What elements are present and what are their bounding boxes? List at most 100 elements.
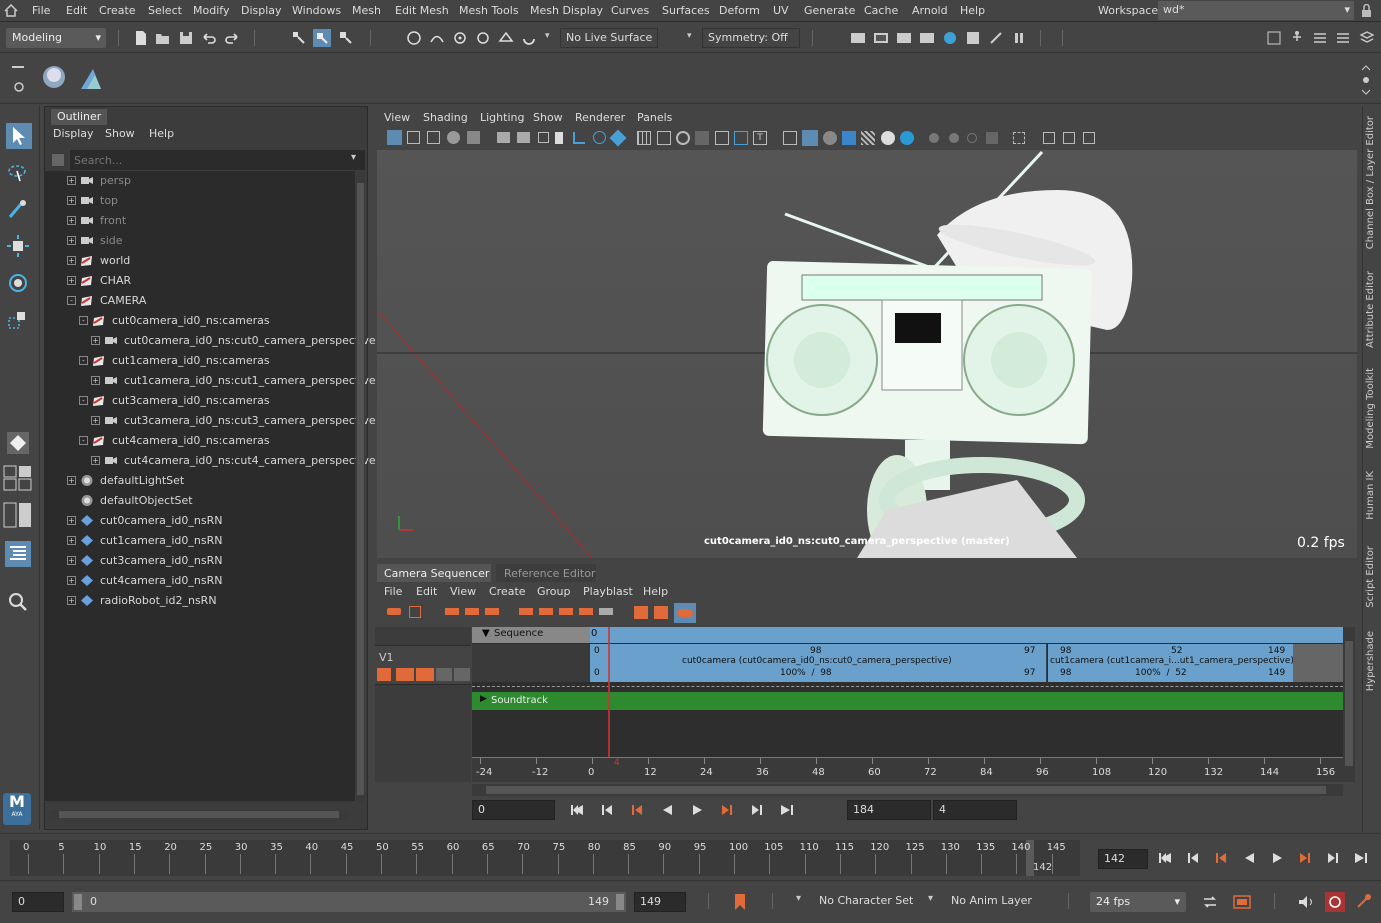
step-back-key-icon[interactable] bbox=[1186, 851, 1200, 865]
play-forwards-icon[interactable] bbox=[690, 803, 704, 817]
outliner-row[interactable]: + cut3camera_id0_ns:cut3_camera_perspecti… bbox=[45, 411, 376, 431]
horizontal-scrollbar[interactable] bbox=[472, 784, 1343, 796]
paint-select-tool-icon[interactable] bbox=[5, 197, 31, 223]
outliner-row[interactable]: + side bbox=[45, 231, 355, 251]
outliner-menu-show[interactable]: Show bbox=[105, 127, 135, 140]
snap-view-icon[interactable] bbox=[474, 29, 492, 47]
expand-icon[interactable]: + bbox=[67, 276, 76, 285]
menu-uv[interactable]: UV bbox=[773, 4, 789, 17]
anti-aliasing-icon[interactable] bbox=[929, 133, 939, 143]
vertical-scrollbar[interactable] bbox=[356, 173, 365, 803]
hypershade-icon[interactable] bbox=[941, 29, 959, 47]
single-view-layout-icon[interactable] bbox=[5, 430, 31, 456]
select-component-icon[interactable] bbox=[337, 29, 355, 47]
symmetry-field[interactable]: Symmetry: Off bbox=[702, 28, 800, 48]
menu-cache[interactable]: Cache bbox=[864, 4, 898, 17]
filter-icon[interactable] bbox=[51, 153, 65, 167]
play-backwards-icon[interactable] bbox=[660, 803, 674, 817]
shot-mute-icon[interactable] bbox=[599, 608, 613, 615]
go-to-end-icon[interactable] bbox=[1354, 851, 1368, 865]
chevron-down-icon[interactable]: ▾ bbox=[796, 893, 801, 904]
frame-all-icon[interactable] bbox=[1083, 132, 1095, 144]
outliner-row[interactable]: - cut4camera_id0_ns:cameras bbox=[45, 431, 355, 451]
right-tab[interactable]: Modeling Toolkit bbox=[1365, 368, 1376, 449]
vertical-scrollbar[interactable] bbox=[1343, 627, 1355, 782]
menu-help[interactable]: Help bbox=[960, 4, 985, 17]
expand-icon[interactable]: + bbox=[91, 376, 100, 385]
snap-surface-icon[interactable] bbox=[497, 29, 515, 47]
expand-icon[interactable]: + bbox=[67, 556, 76, 565]
outliner-row[interactable]: + CHAR bbox=[45, 271, 355, 291]
shot-ripple-icon[interactable] bbox=[485, 608, 499, 615]
render-view-icon[interactable] bbox=[849, 29, 867, 47]
range-handle-start[interactable] bbox=[74, 894, 82, 910]
gear-icon[interactable] bbox=[12, 80, 26, 94]
grease-pencil-icon[interactable] bbox=[497, 132, 510, 143]
snap-point-icon[interactable] bbox=[451, 29, 469, 47]
outliner-row[interactable]: + front bbox=[45, 211, 355, 231]
shadows-icon[interactable] bbox=[861, 131, 875, 145]
outliner-row[interactable]: - cut3camera_id0_ns:cameras bbox=[45, 391, 355, 411]
menu-mesh[interactable]: Mesh bbox=[352, 4, 381, 17]
tab-camera-sequencer[interactable]: Camera Sequencer bbox=[377, 564, 491, 582]
textured-icon[interactable] bbox=[823, 131, 837, 145]
wireframe-shading-icon[interactable] bbox=[783, 131, 797, 145]
save-scene-icon[interactable] bbox=[177, 29, 195, 47]
undo-icon[interactable] bbox=[200, 29, 218, 47]
end-frame-field[interactable]: 149 bbox=[634, 892, 686, 912]
lock-icon[interactable] bbox=[1360, 4, 1373, 18]
modeling-toolkit-icon[interactable] bbox=[1265, 29, 1283, 47]
shot-move-icon[interactable] bbox=[445, 608, 459, 615]
outliner-row[interactable]: defaultObjectSet bbox=[45, 491, 355, 511]
outliner-row[interactable]: + cut4camera_id0_nsRN bbox=[45, 571, 355, 591]
right-tab[interactable]: Channel Box / Layer Editor bbox=[1365, 116, 1376, 249]
viewport-menu-renderer[interactable]: Renderer bbox=[575, 111, 625, 124]
go-to-start-icon[interactable] bbox=[1158, 851, 1172, 865]
shot-cut1[interactable]: 98 52 149 cut1camera (cut1camera_i...ut1… bbox=[1048, 644, 1294, 682]
select-tool-icon[interactable] bbox=[6, 123, 32, 149]
outliner-row[interactable]: + world bbox=[45, 251, 355, 271]
menu-display[interactable]: Display bbox=[241, 4, 282, 17]
isolate-select-icon[interactable] bbox=[1013, 132, 1025, 144]
shot-duplicate-icon[interactable] bbox=[579, 608, 593, 615]
outliner-menu-help[interactable]: Help bbox=[149, 127, 174, 140]
collapse-icon[interactable]: - bbox=[67, 296, 76, 305]
shot-insert-icon[interactable] bbox=[539, 608, 553, 615]
menu-windows[interactable]: Windows bbox=[292, 4, 341, 17]
ipr-icon[interactable] bbox=[895, 29, 913, 47]
rotate-tool-icon[interactable] bbox=[5, 270, 31, 296]
viewport-menu-lighting[interactable]: Lighting bbox=[480, 111, 524, 124]
expand-icon[interactable]: + bbox=[67, 576, 76, 585]
shelf-menu-icon[interactable] bbox=[12, 66, 24, 68]
sequencer-start-field[interactable]: 0 bbox=[472, 800, 555, 820]
expand-icon[interactable]: + bbox=[67, 236, 76, 245]
frame-all-icon[interactable] bbox=[409, 606, 421, 618]
track-down-icon[interactable] bbox=[454, 668, 470, 681]
sequencer-menu-group[interactable]: Group bbox=[537, 585, 571, 598]
menu-mesh-display[interactable]: Mesh Display bbox=[530, 4, 603, 17]
cache-playback-icon[interactable] bbox=[1232, 893, 1252, 911]
expand-icon[interactable]: + bbox=[67, 256, 76, 265]
menu-edit[interactable]: Edit bbox=[66, 4, 87, 17]
character-set-select[interactable]: No Character Set bbox=[814, 892, 922, 912]
exposure-icon[interactable] bbox=[967, 133, 977, 143]
expand-icon[interactable]: + bbox=[91, 416, 100, 425]
outliner-row[interactable]: - CAMERA bbox=[45, 291, 355, 311]
expand-icon[interactable]: + bbox=[67, 216, 76, 225]
gamma-icon[interactable] bbox=[986, 132, 998, 144]
time-slider-track[interactable]: 142 0 5 10 15 20 25 30 35 40 45 50 55 60 65 70 75 80 85 90… bbox=[10, 840, 1080, 876]
menu-mesh-tools[interactable]: Mesh Tools bbox=[459, 4, 519, 17]
solo-track-icon[interactable] bbox=[416, 668, 434, 681]
bookmark-icon[interactable] bbox=[555, 132, 563, 144]
home-icon[interactable] bbox=[4, 4, 18, 17]
outliner-row[interactable]: + radioRobot_id2_nsRN bbox=[45, 591, 355, 611]
grid-icon[interactable] bbox=[637, 131, 651, 145]
timeline-area[interactable]: ▼ Sequence ▼ Sequence 0 0 98 97 cut0came… bbox=[472, 627, 1343, 782]
film-gate-icon[interactable] bbox=[538, 132, 549, 143]
four-view-layout-icon[interactable] bbox=[3, 465, 33, 491]
isolate-icon[interactable] bbox=[573, 132, 585, 144]
viewport-menu-shading[interactable]: Shading bbox=[423, 111, 468, 124]
menu-select[interactable]: Select bbox=[148, 4, 182, 17]
sequencer-ruler[interactable]: 4 -24 -12 0 12 24 36 48 60 72 84 96 108 120 132 144 156 bbox=[472, 757, 1343, 782]
workspace-select[interactable]: wd* ▾ bbox=[1158, 1, 1354, 20]
